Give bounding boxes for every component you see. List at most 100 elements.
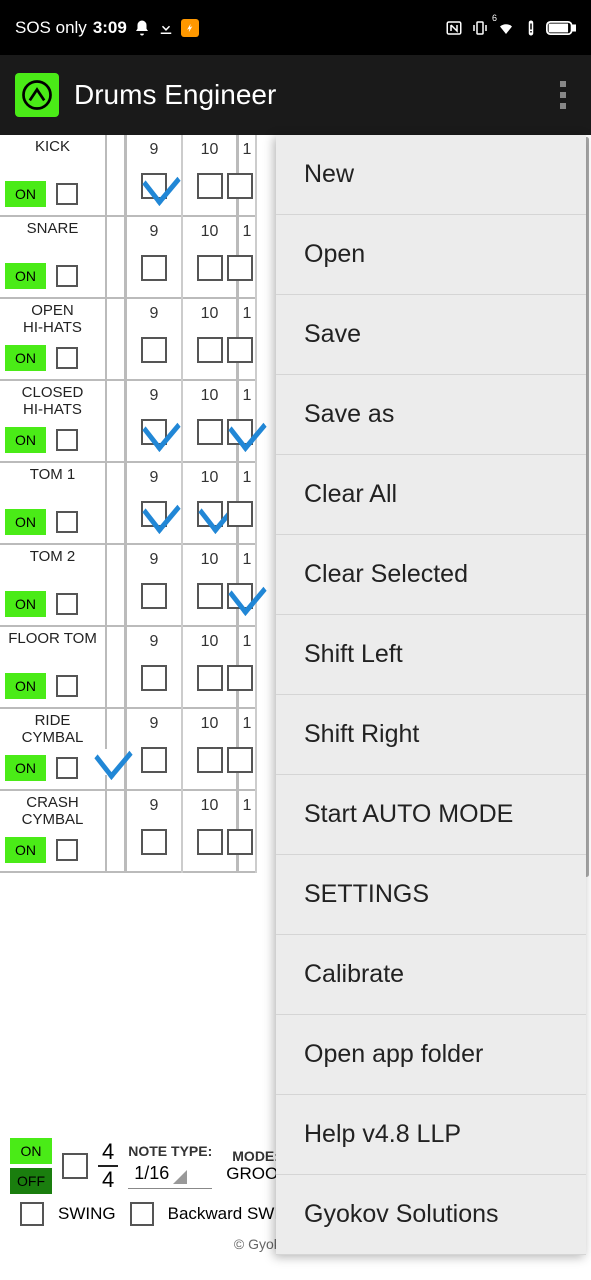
cell-checkbox[interactable] xyxy=(197,747,223,773)
cell-checkbox[interactable] xyxy=(141,747,167,773)
track-name: OPEN HI-HATS xyxy=(0,303,105,336)
track-row: CLOSED HI-HATS ON xyxy=(0,381,105,463)
grid-cell[interactable]: 9 xyxy=(127,381,181,463)
menu-item[interactable]: Save xyxy=(276,295,586,375)
track-name: TOM 1 xyxy=(0,467,105,484)
track-row: OPEN HI-HATS ON xyxy=(0,299,105,381)
track-checkbox[interactable] xyxy=(56,675,78,697)
grid-cell[interactable]: 9 xyxy=(127,545,181,627)
track-checkbox[interactable] xyxy=(56,757,78,779)
grid-cell[interactable]: 1 xyxy=(239,135,255,217)
status-bar: SOS only 3:09 6 xyxy=(0,0,591,55)
cell-checkbox[interactable] xyxy=(197,173,223,199)
grid-cell[interactable]: 1 xyxy=(239,709,255,791)
swing-checkbox[interactable] xyxy=(20,1202,44,1226)
track-checkbox[interactable] xyxy=(56,593,78,615)
menu-item[interactable]: Calibrate xyxy=(276,935,586,1015)
cell-checkbox[interactable] xyxy=(227,583,253,609)
cell-checkbox[interactable] xyxy=(197,419,223,445)
grid-cell[interactable]: 1 xyxy=(239,217,255,299)
track-on-button[interactable]: ON xyxy=(5,263,46,289)
track-row: FLOOR TOMON xyxy=(0,627,105,709)
cell-number: 10 xyxy=(201,387,219,405)
track-checkbox[interactable] xyxy=(56,265,78,287)
menu-item[interactable]: Shift Left xyxy=(276,615,586,695)
cell-checkbox[interactable] xyxy=(141,173,167,199)
track-on-button[interactable]: ON xyxy=(5,345,46,371)
grid-cell[interactable]: 9 xyxy=(127,299,181,381)
track-on-button[interactable]: ON xyxy=(5,837,46,863)
track-row: CRASH CYMBALON xyxy=(0,791,105,873)
menu-item[interactable]: Help v4.8 LLP xyxy=(276,1095,586,1175)
track-checkbox[interactable] xyxy=(56,839,78,861)
battery-icon xyxy=(546,20,576,36)
time-signature[interactable]: 4 4 xyxy=(98,1139,118,1193)
track-on-button[interactable]: ON xyxy=(5,427,46,453)
track-checkbox[interactable] xyxy=(56,347,78,369)
menu-item[interactable]: Save as xyxy=(276,375,586,455)
menu-item[interactable]: Clear Selected xyxy=(276,535,586,615)
menu-item[interactable]: Clear All xyxy=(276,455,586,535)
track-on-button[interactable]: ON xyxy=(5,509,46,535)
menu-item[interactable]: Start AUTO MODE xyxy=(276,775,586,855)
cell-checkbox[interactable] xyxy=(141,255,167,281)
grid-cell[interactable]: 9 xyxy=(127,791,181,873)
track-checkbox[interactable] xyxy=(56,183,78,205)
cell-checkbox[interactable] xyxy=(227,501,253,527)
grid-cell[interactable]: 9 xyxy=(127,709,181,791)
track-checkbox[interactable] xyxy=(56,511,78,533)
track-row: RIDE CYMBALON xyxy=(0,709,105,791)
global-checkbox[interactable] xyxy=(62,1153,88,1179)
global-on-button[interactable]: ON xyxy=(10,1138,52,1164)
overflow-menu: NewOpenSaveSave asClear AllClear Selecte… xyxy=(276,135,586,1255)
cell-checkbox[interactable] xyxy=(227,255,253,281)
grid-cell[interactable]: 1 xyxy=(239,381,255,463)
backward-swing-checkbox[interactable] xyxy=(130,1202,154,1226)
cell-checkbox[interactable] xyxy=(141,665,167,691)
menu-item[interactable]: New xyxy=(276,135,586,215)
track-name: TOM 2 xyxy=(0,549,105,566)
cell-number: 1 xyxy=(243,141,252,159)
track-checkbox[interactable] xyxy=(56,429,78,451)
note-type-select[interactable]: 1/16 xyxy=(128,1159,212,1189)
grid-cell[interactable]: 1 xyxy=(239,791,255,873)
menu-item[interactable]: Open app folder xyxy=(276,1015,586,1095)
menu-item[interactable]: SETTINGS xyxy=(276,855,586,935)
grid-cell[interactable]: 9 xyxy=(127,217,181,299)
grid-cell[interactable]: 9 xyxy=(127,627,181,709)
cell-checkbox[interactable] xyxy=(227,173,253,199)
track-on-button[interactable]: ON xyxy=(5,673,46,699)
overflow-menu-button[interactable] xyxy=(550,71,576,119)
cell-checkbox[interactable] xyxy=(227,419,253,445)
cell-checkbox[interactable] xyxy=(227,665,253,691)
cell-checkbox[interactable] xyxy=(197,665,223,691)
track-on-button[interactable]: ON xyxy=(5,591,46,617)
track-on-button[interactable]: ON xyxy=(5,181,46,207)
cell-checkbox[interactable] xyxy=(141,419,167,445)
global-off-button[interactable]: OFF xyxy=(10,1168,52,1194)
cell-checkbox[interactable] xyxy=(197,829,223,855)
grid-cell[interactable]: 9 xyxy=(127,463,181,545)
cell-checkbox[interactable] xyxy=(141,829,167,855)
cell-checkbox[interactable] xyxy=(197,255,223,281)
cell-checkbox[interactable] xyxy=(197,501,223,527)
cell-checkbox[interactable] xyxy=(227,337,253,363)
cell-checkbox[interactable] xyxy=(227,747,253,773)
cell-checkbox[interactable] xyxy=(141,583,167,609)
track-name: CLOSED HI-HATS xyxy=(0,385,105,418)
grid-cell[interactable]: 1 xyxy=(239,627,255,709)
menu-item[interactable]: Shift Right xyxy=(276,695,586,775)
grid-cell[interactable]: 1 xyxy=(239,545,255,627)
menu-item[interactable]: Gyokov Solutions xyxy=(276,1175,586,1255)
grid-cell[interactable]: 1 xyxy=(239,299,255,381)
grid-cell[interactable]: 9 xyxy=(127,135,181,217)
cell-checkbox[interactable] xyxy=(227,829,253,855)
menu-item[interactable]: Open xyxy=(276,215,586,295)
cell-checkbox[interactable] xyxy=(197,583,223,609)
grid-cell[interactable]: 1 xyxy=(239,463,255,545)
cell-checkbox[interactable] xyxy=(141,501,167,527)
track-on-button[interactable]: ON xyxy=(5,755,46,781)
cell-number: 9 xyxy=(150,141,159,159)
cell-checkbox[interactable] xyxy=(197,337,223,363)
cell-checkbox[interactable] xyxy=(141,337,167,363)
